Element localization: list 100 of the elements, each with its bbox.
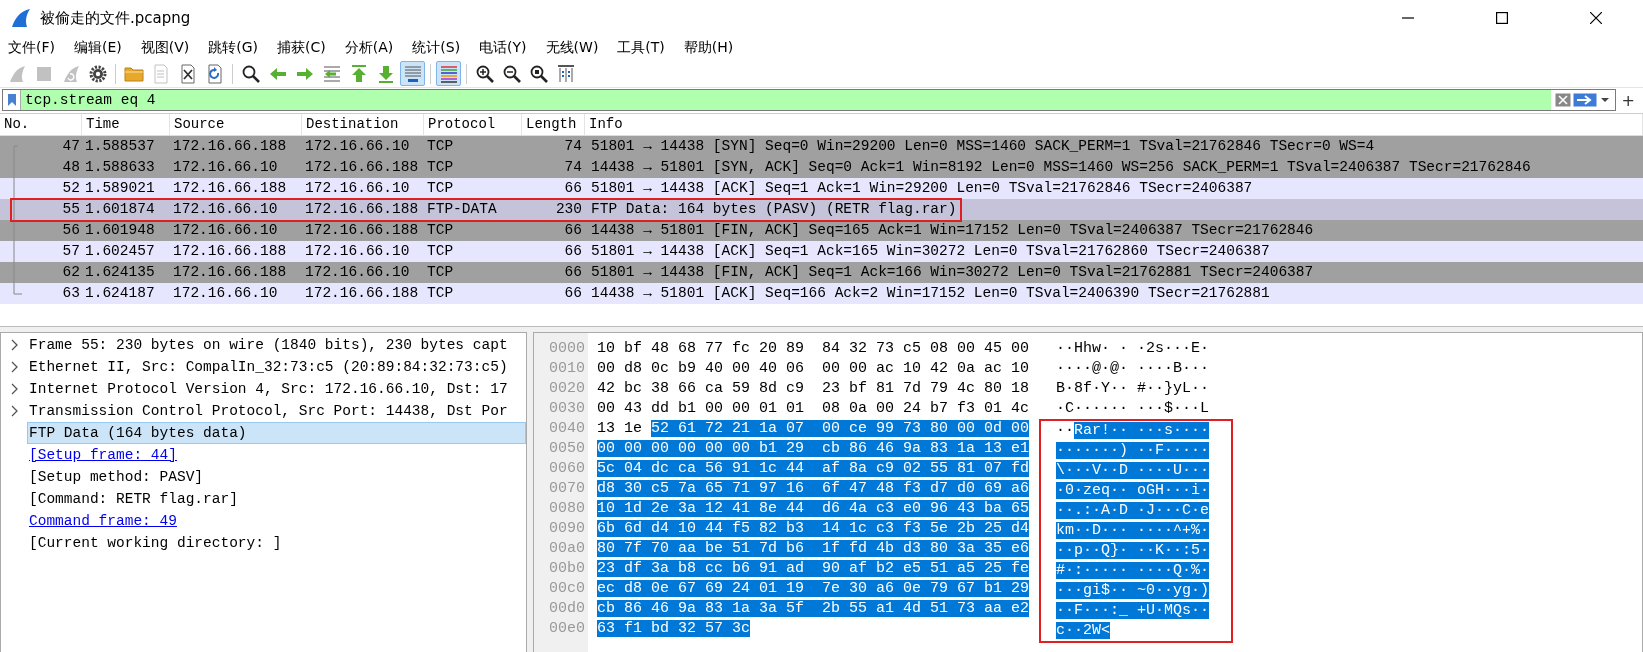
table-cell-text: 172.16.66.188 [304,221,420,240]
link[interactable]: [Setup frame: 44] [27,444,179,466]
hex-bytes: 00 d8 0c b9 40 00 40 06 00 00 ac 10 42 0a ac 10 [597,360,1030,377]
columns-icon [555,63,576,84]
column-header[interactable]: Info [585,114,1643,135]
hex-bytes: 00 00 00 00 00 00 b1 29 cb 86 46 9a 83 1a 13 e1 [597,440,1030,457]
table-cell-text: 172.16.66.188 [172,242,288,261]
table-cell-text: 14438 → 51801 [FIN, ACK] Seq=165 Ack=1 Win=17152 Len=0 TSval=2406387 TSecr=21762846 [590,221,1315,240]
tree-item[interactable]: Transmission Control Protocol, Src Port: 14438, Dst Por [27,400,526,422]
menu-item[interactable]: 文件(F) [2,37,61,59]
offset-label: 0050 [548,439,586,459]
offset-label: 0030 [548,399,586,419]
packet-row[interactable]: 57 1.602457 172.16.66.188 172.16.66.10 TCP 66 51801 → 14438 [ACK] Seq=1 Ack=165 Win=30272 Len=0 TSval=21762860 TSecr=2406387 [0,241,1643,262]
offset-label: 0080 [548,499,586,519]
menu-item[interactable]: 捕获(C) [271,37,332,59]
hex-bytes: 42 bc 38 66 ca 59 8d c9 23 bf 81 7d 79 4c 80 18 [597,380,1030,397]
chevron-right-icon[interactable] [9,405,19,417]
gear-icon [87,63,108,84]
table-cell-text: 172.16.66.10 [172,200,279,219]
menu-item[interactable]: 电话(Y) [473,37,533,59]
close-icon [1590,12,1602,24]
menu-item[interactable]: 统计(S) [406,37,467,59]
table-cell-text: 1.588537 [84,137,156,156]
table-cell-text: FTP Data: 164 bytes (PASV) (RETR flag.rar) [590,200,958,219]
menu-item[interactable]: 编辑(E) [68,37,128,59]
ascii-text: km··D··· ····^+%· [1056,522,1210,539]
hex-bytes: 10 1d 2e 3a 12 41 8e 44 d6 4a c3 e0 96 43 ba 65 [597,500,1030,517]
link[interactable]: Command frame: 49 [27,510,179,532]
column-header[interactable]: Source [170,114,302,135]
packet-row[interactable]: 55 1.601874 172.16.66.10 172.16.66.188 FTP-DATA 230 FTP Data: 164 bytes (PASV) (RETR flag.rar) [0,199,1643,220]
ascii-text: c··2W< [1056,622,1110,639]
packet-row[interactable]: 52 1.589021 172.16.66.188 172.16.66.10 TCP 66 51801 → 14438 [ACK] Seq=1 Ack=1 Win=29200 Len=0 TSval=21762846 TSecr=2406387 [0,178,1643,199]
hex-bytes: 10 bf 48 68 77 fc 20 89 84 32 73 c5 08 00 45 00 [597,340,1030,357]
tree-item[interactable]: FTP Data (164 bytes data) [27,422,526,444]
menu-item[interactable]: 视图(V) [134,37,196,59]
ascii-text: #·:····· ····Q·%· [1056,562,1210,579]
table-cell-text: 172.16.66.188 [304,284,420,303]
ascii-text: ··Hhw· · ·2s···E· [1056,340,1210,357]
table-cell-text: TCP [426,179,455,198]
table-cell-text: 14438 → 51801 [SYN, ACK] Seq=0 Ack=1 Win=8192 Len=0 MSS=1460 WS=256 SACK_PERM=1 TSval=2406387 TSecr=21762846 [590,158,1532,177]
ascii-text: ··F···:_ +U·MQs·· [1056,602,1210,619]
table-cell-text: 1.602457 [84,242,156,261]
chevron-right-icon[interactable] [9,361,19,373]
menu-item[interactable]: 跳转(G) [202,37,265,59]
packet-row[interactable]: 63 1.624187 172.16.66.10 172.16.66.188 TCP 66 14438 → 51801 [ACK] Seq=166 Ack=2 Win=17152 Len=0 TSval=2406390 TSecr=21762881 [0,283,1643,304]
table-cell-text: 66 [563,284,583,303]
table-cell-text: TCP [426,284,455,303]
clear-button[interactable] [1554,92,1571,108]
packet-row[interactable]: 56 1.601948 172.16.66.10 172.16.66.188 TCP 66 14438 → 51801 [FIN, ACK] Seq=165 Ack=1 Win=17152 Len=0 TSval=2406387 TSecr=21762846 [0,220,1643,241]
window-title: 被偷走的文件.pcapng [40,8,191,28]
clear-icon [1554,93,1571,107]
table-cell-text: 51801 → 14438 [SYN] Seq=0 Win=29200 Len=0 MSS=1460 SACK_PERM=1 TSval=21762846 TSecr=0 WS=4 [590,137,1376,156]
table-cell-text: 172.16.66.10 [304,179,411,198]
hex-bytes: 80 7f 70 aa be 51 7d b6 1f fd 4b d3 80 3a 35 e6 [597,540,1030,557]
add-filter-button[interactable]: + [1615,90,1641,110]
menu-item[interactable]: 分析(A) [338,37,400,59]
table-cell-text: 74 [563,158,583,177]
chevron-right-icon[interactable] [9,383,19,395]
list-arrow-icon [321,63,342,84]
table-cell-text: 172.16.66.10 [172,284,279,303]
tree-item[interactable]: Ethernet II, Src: CompalIn_32:73:c5 (20:89:84:32:73:c5) [27,356,526,378]
table-cell-text: 63 [61,284,81,303]
column-header[interactable]: Length [522,114,585,135]
offset-label: 0090 [548,519,586,539]
table-cell-text: 66 [563,179,583,198]
hex-bytes: 13 1e [597,420,642,437]
table-cell-text: 74 [563,137,583,156]
tree-item[interactable]: [Command: RETR flag.rar] [27,488,526,510]
column-header[interactable]: Time [82,114,170,135]
tree-item[interactable]: [Setup method: PASV] [27,466,526,488]
packet-row[interactable]: 47 1.588537 172.16.66.188 172.16.66.10 TCP 74 51801 → 14438 [SYN] Seq=0 Win=29200 Len=0 MSS=1460 SACK_PERM=1 TSval=21762846 TSecr=0 WS=4 [0,136,1643,157]
table-cell-text: 62 [61,263,81,282]
chevron-right-icon[interactable] [9,339,19,351]
filter-field[interactable]: tcp.stream eq 4 [21,90,1551,110]
tree-item[interactable]: Internet Protocol Version 4, Src: 172.16.66.10, Dst: 17 [27,378,526,400]
table-cell-text: 1.601948 [84,221,156,240]
menu-item[interactable]: 无线(W) [539,37,605,59]
packet-row[interactable]: 48 1.588633 172.16.66.10 172.16.66.188 TCP 74 14438 → 51801 [SYN, ACK] Seq=0 Ack=1 Win=8192 Len=0 MSS=1460 WS=256 SACK_PERM=1 TSval=2406387 TSecr=21762846 [0,157,1643,178]
ascii-text: \···V··D ····U··· [1056,462,1210,479]
zoom-in-icon [474,63,495,84]
menu-item[interactable]: 工具(T) [611,37,671,59]
apply-button[interactable] [1572,92,1597,108]
table-cell-text: 172.16.66.10 [304,263,411,282]
table-cell-text: 56 [61,221,81,240]
packet-row[interactable]: 62 1.624135 172.16.66.188 172.16.66.10 TCP 66 51801 → 14438 [FIN, ACK] Seq=1 Ack=166 Win=30272 Len=0 TSval=21762881 TSecr=2406387 [0,262,1643,283]
ascii-text: ·······) ··F····· [1056,442,1210,459]
menu-item[interactable]: 帮助(H) [677,37,740,59]
tree-item[interactable]: [Current working directory: ] [27,532,526,554]
tree-item[interactable]: Frame 55: 230 bytes on wire (1840 bits), 230 bytes capt [27,334,526,356]
table-cell-text: 66 [563,242,583,261]
table-cell-text: TCP [426,137,455,156]
table-cell-text: 51801 → 14438 [ACK] Seq=1 Ack=1 Win=29200 Len=0 TSval=21762846 TSecr=2406387 [590,179,1254,198]
table-cell-text: 57 [61,242,81,261]
hex-bytes: 63 f1 bd 32 57 3c [597,620,751,637]
offset-label: 00e0 [548,619,586,639]
table-cell-text: 172.16.66.188 [172,179,288,198]
column-header[interactable]: Protocol [424,114,522,135]
colored-lines-icon [438,63,459,84]
column-header[interactable]: Destination [302,114,424,135]
column-header[interactable]: No. [0,114,82,135]
